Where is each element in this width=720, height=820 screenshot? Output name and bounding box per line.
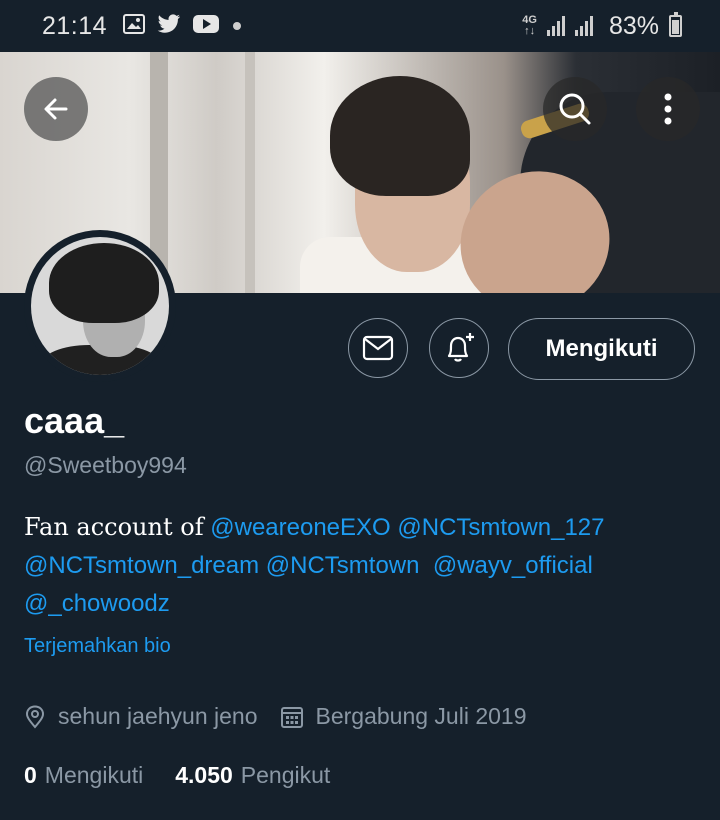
avatar-image	[31, 237, 169, 375]
mention-link[interactable]: @weareoneEXO	[210, 514, 390, 541]
bio-text: Fan account of	[24, 513, 204, 541]
followers-label: Pengikut	[240, 762, 331, 788]
bell-plus-icon	[447, 333, 474, 362]
joined-text: Bergabung Juli 2019	[315, 703, 527, 729]
notification-dot	[233, 22, 242, 30]
bio: Fan account of @weareoneEXO @NCTsmtown_1…	[24, 508, 684, 623]
location-item: sehun jaehyun jeno	[24, 703, 258, 730]
following-label: Mengikuti	[44, 762, 144, 788]
mention-link[interactable]: @NCTsmtown_127	[397, 514, 604, 541]
more-vertical-icon	[664, 93, 672, 125]
battery-percent: 83%	[608, 11, 659, 40]
gallery-icon	[123, 12, 146, 41]
battery-icon	[669, 12, 682, 37]
status-bar: 21:14 4G ↑↓ 83%	[0, 0, 720, 52]
user-handle: @Sweetboy994	[24, 452, 187, 478]
location-pin-icon	[24, 704, 46, 729]
joined-item: Bergabung Juli 2019	[280, 703, 527, 730]
following-button[interactable]: Mengikuti	[508, 318, 695, 380]
display-name: caaa_	[24, 400, 125, 441]
calendar-icon	[280, 705, 304, 729]
signal-icon	[546, 16, 565, 36]
arrow-left-icon	[44, 98, 68, 120]
avatar[interactable]	[24, 230, 176, 382]
translate-bio-link[interactable]: Terjemahkan bio	[24, 635, 171, 658]
mention-link[interactable]: @NCTsmtown_dream	[24, 552, 259, 579]
mention-link[interactable]: @NCTsmtown	[266, 552, 420, 579]
search-button[interactable]	[543, 77, 607, 141]
network-icon: 4G ↑↓	[522, 14, 537, 37]
search-icon	[559, 93, 591, 125]
status-right: 4G ↑↓ 83%	[522, 0, 682, 52]
mention-link[interactable]: @wayv_official	[433, 552, 593, 579]
back-button[interactable]	[24, 77, 88, 141]
twitter-icon	[157, 12, 181, 41]
signal-icon-2	[574, 16, 593, 36]
follow-stats: 0 Mengikuti 4.050 Pengikut	[24, 762, 362, 789]
message-button[interactable]	[348, 318, 408, 378]
youtube-icon	[193, 12, 220, 41]
following-stat[interactable]: 0 Mengikuti	[24, 762, 143, 789]
notify-button[interactable]	[429, 318, 489, 378]
status-time: 21:14	[42, 11, 108, 40]
followers-stat[interactable]: 4.050 Pengikut	[175, 762, 330, 789]
more-options-button[interactable]	[636, 77, 700, 141]
notification-icons	[123, 12, 220, 41]
profile-meta: sehun jaehyun jeno Bergabung Juli 2019	[24, 703, 549, 730]
mail-icon	[362, 335, 394, 361]
mention-link[interactable]: @_chowoodz	[24, 590, 170, 617]
followers-count: 4.050	[175, 762, 233, 788]
location-text: sehun jaehyun jeno	[58, 703, 258, 729]
following-count: 0	[24, 762, 37, 788]
